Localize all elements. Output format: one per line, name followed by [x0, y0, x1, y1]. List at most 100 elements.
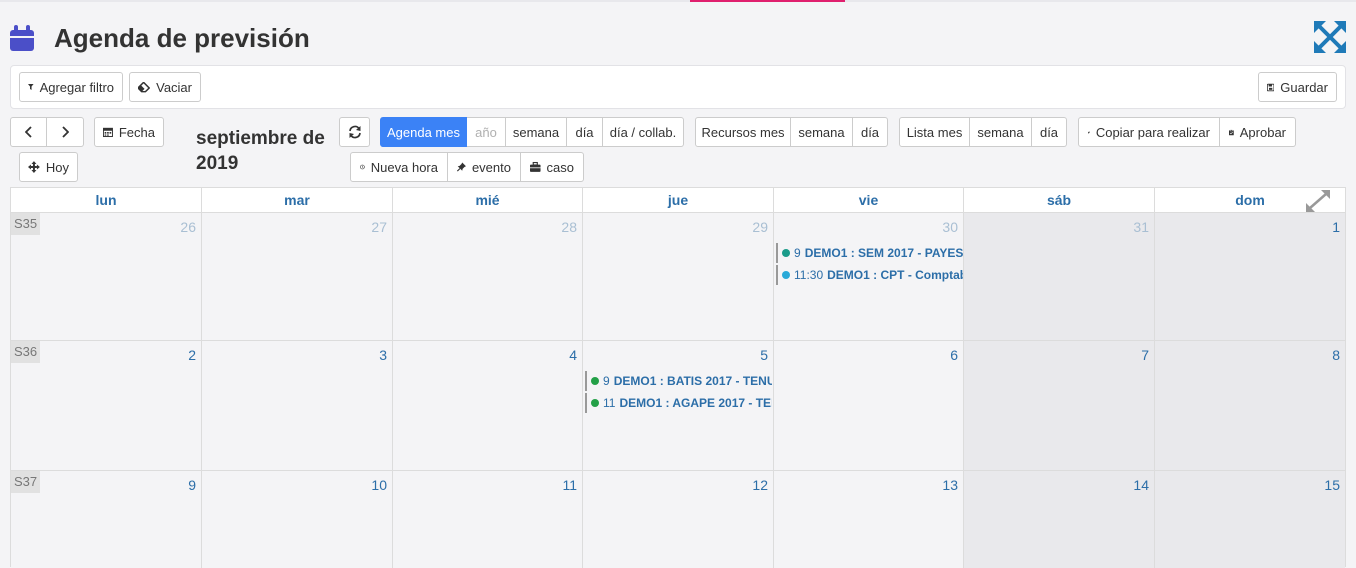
fullscreen-icon[interactable]: [1305, 189, 1331, 213]
day-cell[interactable]: S35 26: [11, 213, 202, 341]
day-cell[interactable]: 14: [964, 471, 1155, 568]
view-list-month[interactable]: Lista mes: [899, 117, 970, 147]
day-cell[interactable]: 4: [393, 341, 583, 471]
day-cell[interactable]: 3: [202, 341, 393, 471]
move-arrows-icon: [28, 161, 40, 173]
day-cell[interactable]: 6: [774, 341, 964, 471]
view-agenda-month[interactable]: Agenda mes: [380, 117, 467, 147]
chevron-left-icon: [24, 126, 32, 138]
event-dot: [782, 249, 790, 257]
create-group: Nueva hora evento caso: [350, 152, 584, 182]
filter-icon: [28, 83, 34, 91]
day-number: 3: [379, 347, 387, 363]
day-number: 30: [942, 219, 958, 235]
view-resources-week[interactable]: semana: [791, 117, 853, 147]
refresh-icon: [348, 125, 361, 139]
day-number: 10: [371, 477, 387, 493]
day-number: 9: [188, 477, 196, 493]
event-time: 9: [794, 246, 801, 260]
event-title: DEMO1 : AGAPE 2017 - TEN: [619, 396, 772, 410]
day-cell[interactable]: 29: [583, 213, 774, 341]
day-cell[interactable]: 5 9 DEMO1 : BATIS 2017 - TENUE 11 DEMO1 …: [583, 341, 774, 471]
chevron-right-icon: [62, 126, 69, 138]
add-filter-label: Agregar filtro: [39, 79, 114, 95]
new-event-button[interactable]: evento: [448, 152, 521, 182]
view-resources-month[interactable]: Recursos mes: [695, 117, 791, 147]
actions-group: Copiar para realizar Aprobar: [1078, 117, 1296, 147]
day-cell[interactable]: 31: [964, 213, 1155, 341]
resources-view-group: Recursos mes semana día: [695, 117, 888, 147]
week-number: S37: [11, 471, 41, 493]
day-number: 7: [1141, 347, 1149, 363]
event-title: DEMO1 : SEM 2017 - PAYES, I: [804, 246, 963, 260]
view-agenda-week[interactable]: semana: [506, 117, 567, 147]
add-filter-button[interactable]: Agregar filtro: [19, 72, 123, 102]
view-agenda-day-collab[interactable]: día / collab.: [603, 117, 684, 147]
view-agenda-year: año: [467, 117, 506, 147]
new-hour-button[interactable]: Nueva hora: [350, 152, 448, 182]
day-number: 14: [1133, 477, 1149, 493]
floppy-disk-icon: [1267, 83, 1275, 91]
calendar-event[interactable]: 11:30 DEMO1 : CPT - Comptabi: [776, 265, 963, 285]
next-button[interactable]: [47, 117, 84, 147]
day-cell[interactable]: S37 9: [11, 471, 202, 568]
dayhead-sat: sáb: [964, 188, 1155, 213]
clock-icon: [360, 164, 365, 170]
day-cell[interactable]: 15: [1155, 471, 1345, 568]
dayhead-fri: vie: [774, 188, 964, 213]
refresh-button[interactable]: [339, 117, 370, 147]
week-number: S35: [11, 213, 41, 235]
prev-next-group: [10, 117, 84, 147]
day-cell[interactable]: 11: [393, 471, 583, 568]
calendar-event[interactable]: 11 DEMO1 : AGAPE 2017 - TEN: [585, 393, 772, 413]
save-button[interactable]: Guardar: [1258, 72, 1337, 102]
day-cell[interactable]: 1: [1155, 213, 1345, 341]
day-cell[interactable]: 10: [202, 471, 393, 568]
day-number: 26: [180, 219, 196, 235]
event-time: 9: [603, 374, 610, 388]
today-button[interactable]: Hoy: [19, 152, 78, 182]
calendar-event[interactable]: 9 DEMO1 : BATIS 2017 - TENUE: [585, 371, 772, 391]
event-dot: [782, 271, 790, 279]
calendar-icon: [10, 25, 34, 51]
top-border: [0, 0, 1356, 2]
copy-to-do-button[interactable]: Copiar para realizar: [1078, 117, 1220, 147]
day-cell[interactable]: 7: [964, 341, 1155, 471]
event-title: DEMO1 : CPT - Comptabi: [827, 268, 963, 282]
day-number: 15: [1324, 477, 1340, 493]
day-cell[interactable]: 8: [1155, 341, 1345, 471]
view-list-week[interactable]: semana: [970, 117, 1032, 147]
copy-label: Copiar para realizar: [1095, 124, 1210, 140]
view-list-day[interactable]: día: [1032, 117, 1067, 147]
prev-button[interactable]: [10, 117, 47, 147]
clear-label: Vaciar: [156, 79, 192, 95]
new-hour-label: Nueva hora: [370, 159, 438, 175]
day-cell[interactable]: 28: [393, 213, 583, 341]
day-number: 1: [1332, 219, 1340, 235]
event-time: 11: [603, 396, 616, 410]
day-cell[interactable]: 13: [774, 471, 964, 568]
expand-arrows-icon[interactable]: [1313, 20, 1347, 54]
view-resources-day[interactable]: día: [853, 117, 888, 147]
day-cell[interactable]: 12: [583, 471, 774, 568]
day-cell[interactable]: S36 2: [11, 341, 202, 471]
briefcase-icon: [530, 161, 541, 172]
day-number: 31: [1133, 219, 1149, 235]
new-case-label: caso: [546, 159, 574, 175]
date-picker-button[interactable]: Fecha: [94, 117, 164, 147]
day-number: 27: [371, 219, 387, 235]
day-number: 5: [760, 347, 768, 363]
day-cell[interactable]: 30 9 DEMO1 : SEM 2017 - PAYES, I 11:30 D…: [774, 213, 964, 341]
view-agenda-day[interactable]: día: [567, 117, 603, 147]
agenda-view-group: Agenda mes año semana día día / collab.: [380, 117, 684, 147]
approve-button[interactable]: Aprobar: [1220, 117, 1296, 147]
event-title: DEMO1 : BATIS 2017 - TENUE: [613, 374, 772, 388]
new-case-button[interactable]: caso: [521, 152, 584, 182]
week-number: S36: [11, 341, 41, 363]
day-cell[interactable]: 27: [202, 213, 393, 341]
calendar-event[interactable]: 9 DEMO1 : SEM 2017 - PAYES, I: [776, 243, 963, 263]
month-title: septiembre de 2019: [196, 126, 336, 176]
day-number: 12: [752, 477, 768, 493]
save-label: Guardar: [1280, 79, 1328, 95]
clear-button[interactable]: Vaciar: [129, 72, 201, 102]
